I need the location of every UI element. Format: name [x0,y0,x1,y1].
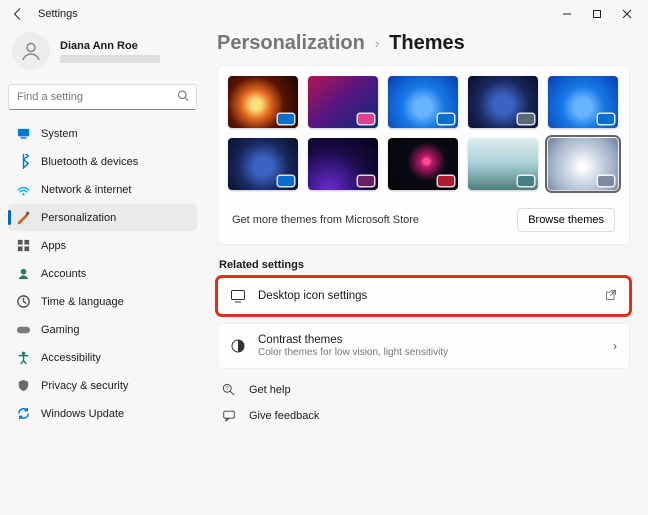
desktop-icon-settings-row[interactable]: Desktop icon settings [217,277,630,315]
theme-accent-swatch [598,176,614,186]
store-text: Get more themes from Microsoft Store [232,214,419,226]
update-icon [16,406,31,421]
minimize-button[interactable] [552,2,582,26]
theme-thumbnail[interactable] [388,138,458,190]
give-feedback-link[interactable]: Give feedback [217,403,630,429]
theme-accent-swatch [278,114,294,124]
close-button[interactable] [612,2,642,26]
theme-thumbnail[interactable] [228,138,298,190]
nav-label: Bluetooth & devices [41,156,138,168]
theme-thumbnail[interactable] [468,138,538,190]
chevron-right-icon: › [613,339,617,353]
desktop-icon [230,288,246,304]
contrast-themes-row[interactable]: Contrast themes Color themes for low vis… [217,323,630,369]
themes-card: Get more themes from Microsoft Store Bro… [217,65,630,245]
theme-accent-swatch [518,114,534,124]
help-links: ? Get help Give feedback [217,377,630,429]
avatar [12,32,50,70]
nav-label: Privacy & security [41,380,128,392]
row-title: Desktop icon settings [258,290,593,302]
theme-accent-swatch [358,114,374,124]
theme-accent-swatch [358,176,374,186]
back-button[interactable] [6,2,30,26]
theme-thumbnails [228,76,619,190]
main-content: Personalization › Themes Get more themes… [205,28,648,515]
nav-item-system[interactable]: System [8,120,197,147]
nav-label: Accounts [41,268,86,280]
nav-label: System [41,128,78,140]
svg-text:?: ? [226,386,229,392]
related-settings-heading: Related settings [219,259,630,271]
nav-label: Network & internet [41,184,131,196]
theme-thumbnail[interactable] [308,76,378,128]
accounts-icon [16,266,31,281]
browse-themes-button[interactable]: Browse themes [517,208,615,232]
accessibility-icon [16,350,31,365]
user-email-redacted [60,55,160,63]
theme-thumbnail[interactable] [548,138,618,190]
personalization-icon [16,210,31,225]
breadcrumb-current: Themes [389,32,465,55]
theme-thumbnail[interactable] [308,138,378,190]
nav-label: Apps [41,240,66,252]
nav-label: Windows Update [41,408,124,420]
theme-accent-swatch [438,114,454,124]
nav-item-privacy[interactable]: Privacy & security [8,372,197,399]
theme-accent-swatch [598,114,614,124]
link-label: Give feedback [249,410,319,422]
network-icon [16,182,31,197]
titlebar: Settings [0,0,648,28]
nav-item-personalization[interactable]: Personalization [8,204,197,231]
breadcrumb: Personalization › Themes [217,28,630,65]
system-icon [16,126,31,141]
privacy-icon [16,378,31,393]
help-icon: ? [221,382,237,398]
nav-item-gaming[interactable]: Gaming [8,316,197,343]
breadcrumb-parent[interactable]: Personalization [217,32,365,55]
nav-item-time[interactable]: Time & language [8,288,197,315]
nav-item-apps[interactable]: Apps [8,232,197,259]
nav-item-accounts[interactable]: Accounts [8,260,197,287]
nav-label: Gaming [41,324,80,336]
row-title: Contrast themes [258,334,601,346]
bluetooth-icon [16,154,31,169]
contrast-icon [230,338,246,354]
nav-item-network[interactable]: Network & internet [8,176,197,203]
get-help-link[interactable]: ? Get help [217,377,630,403]
sidebar: Diana Ann Roe System Bluetooth & devices N… [0,28,205,515]
search-box[interactable] [8,84,197,110]
search-input[interactable] [8,84,197,110]
theme-thumbnail[interactable] [228,76,298,128]
user-name: Diana Ann Roe [60,40,160,52]
theme-thumbnail[interactable] [388,76,458,128]
window-controls [552,2,642,26]
maximize-button[interactable] [582,2,612,26]
apps-icon [16,238,31,253]
chevron-right-icon: › [375,36,379,51]
open-external-icon [605,289,617,304]
nav-list: System Bluetooth & devices Network & inter… [8,120,197,427]
gaming-icon [16,322,31,337]
nav-label: Personalization [41,212,116,224]
user-profile[interactable]: Diana Ann Roe [8,28,197,80]
window-title: Settings [38,8,78,20]
theme-accent-swatch [438,176,454,186]
link-label: Get help [249,384,291,396]
nav-item-bluetooth[interactable]: Bluetooth & devices [8,148,197,175]
theme-accent-swatch [518,176,534,186]
nav-label: Accessibility [41,352,101,364]
search-icon [177,90,189,105]
nav-item-update[interactable]: Windows Update [8,400,197,427]
feedback-icon [221,408,237,424]
nav-item-accessibility[interactable]: Accessibility [8,344,197,371]
nav-label: Time & language [41,296,124,308]
time-icon [16,294,31,309]
theme-accent-swatch [278,176,294,186]
theme-thumbnail[interactable] [468,76,538,128]
row-subtitle: Color themes for low vision, light sensi… [258,347,601,358]
theme-thumbnail[interactable] [548,76,618,128]
